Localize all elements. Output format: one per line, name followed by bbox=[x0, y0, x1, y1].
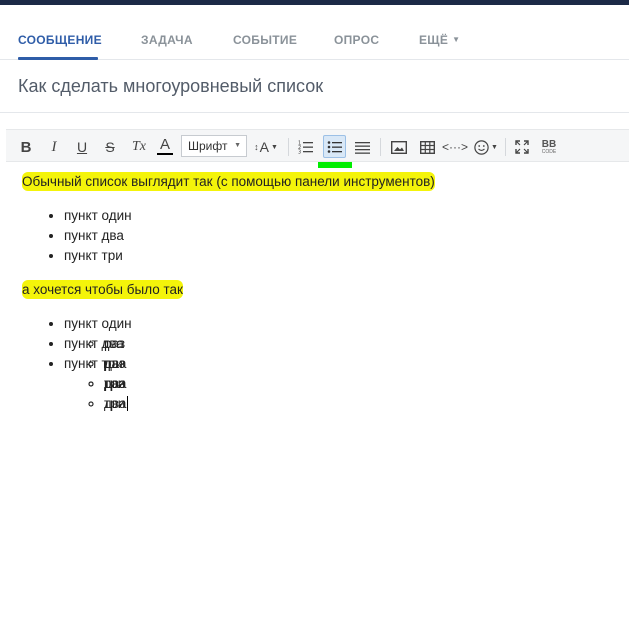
sub-list-item: раз bbox=[104, 374, 132, 394]
bulleted-list-icon bbox=[327, 140, 342, 153]
insert-code-button[interactable]: <···> bbox=[442, 136, 469, 158]
insert-emoji-button[interactable]: ▼ bbox=[473, 136, 499, 158]
paragraph-intro: Обычный список выглядит так (с помощью п… bbox=[22, 172, 435, 191]
paragraph-wish: а хочется чтобы было так bbox=[22, 280, 183, 299]
bbcode-button[interactable]: BB CODE bbox=[538, 136, 560, 158]
bulleted-list-button[interactable] bbox=[323, 135, 346, 158]
align-button[interactable] bbox=[353, 136, 371, 158]
smiley-icon bbox=[474, 139, 489, 155]
toolbar-divider bbox=[380, 138, 381, 156]
bold-button[interactable]: B bbox=[18, 136, 34, 158]
list-item: пункт три bbox=[64, 246, 132, 266]
list-item-label: пункт три bbox=[64, 356, 123, 371]
toolbar-divider bbox=[505, 138, 506, 156]
bbcode-sublabel: CODE bbox=[541, 148, 557, 155]
tab-message[interactable]: СООБЩЕНИЕ bbox=[18, 33, 102, 47]
fullscreen-icon bbox=[515, 140, 529, 154]
toolbar-divider bbox=[288, 138, 289, 156]
list-item: пункт один раз два три bbox=[64, 314, 132, 391]
sub-list: раз два bbox=[104, 374, 132, 414]
editor-toolbar: B I U S Tx A Шрифт ▼ ↕ A ▼ 123 <···> ▼ BB CO… bbox=[6, 129, 629, 162]
font-size-button[interactable]: ↕ A ▼ bbox=[254, 136, 278, 158]
list-item: пункт три раз два bbox=[64, 354, 132, 411]
underline-button[interactable]: U bbox=[74, 136, 90, 158]
font-family-select[interactable]: Шрифт ▼ bbox=[181, 135, 247, 157]
list-item-label: пункт один bbox=[64, 316, 132, 331]
tab-task[interactable]: ЗАДАЧА bbox=[141, 33, 193, 47]
flat-list: пункт один пункт два пункт три bbox=[64, 206, 132, 266]
clear-format-icon: Tx bbox=[132, 139, 146, 154]
highlighted-text: а хочется чтобы было так bbox=[22, 280, 183, 299]
sub-list-item-label: два bbox=[104, 396, 127, 411]
sub-list-item: два bbox=[104, 394, 132, 414]
chevron-down-icon: ▼ bbox=[452, 35, 461, 44]
post-type-tabs: СООБЩЕНИЕ ЗАДАЧА СОБЫТИЕ ОПРОС ЕЩЁ ▼ bbox=[0, 5, 629, 60]
list-item: пункт два раз два три bbox=[64, 334, 132, 411]
nested-list: пункт один раз два три пункт два раз два… bbox=[64, 314, 132, 411]
insert-image-button[interactable] bbox=[390, 136, 408, 158]
list-item: пункт один bbox=[64, 206, 132, 226]
chevron-down-icon: ▼ bbox=[234, 142, 241, 149]
numbered-list-icon: 123 bbox=[298, 141, 313, 155]
italic-button[interactable]: I bbox=[46, 136, 62, 158]
tab-more-label: ЕЩЁ bbox=[419, 33, 449, 47]
align-justify-icon bbox=[354, 141, 370, 154]
table-icon bbox=[419, 140, 435, 154]
font-select-value: Шрифт bbox=[188, 139, 228, 153]
clear-format-button[interactable]: Tx bbox=[128, 136, 150, 158]
active-tab-underline bbox=[18, 57, 98, 60]
code-icon: <···> bbox=[442, 140, 469, 154]
font-color-button[interactable]: A bbox=[157, 136, 173, 155]
title-row: Как сделать многоуровневый список bbox=[0, 61, 629, 113]
tab-more[interactable]: ЕЩЁ ▼ bbox=[419, 33, 460, 47]
strikethrough-button[interactable]: S bbox=[102, 136, 118, 158]
bbcode-label: BB bbox=[541, 138, 557, 150]
insert-table-button[interactable] bbox=[418, 136, 436, 158]
text-cursor bbox=[127, 396, 129, 411]
numbered-list-button[interactable]: 123 bbox=[297, 136, 315, 158]
font-size-icon: A bbox=[259, 139, 269, 155]
green-highlight-marker bbox=[318, 162, 352, 168]
svg-text:3: 3 bbox=[298, 150, 301, 155]
highlighted-text: Обычный список выглядит так (с помощью п… bbox=[22, 172, 435, 191]
fullscreen-button[interactable] bbox=[513, 136, 531, 158]
title-input[interactable]: Как сделать многоуровневый список bbox=[18, 76, 323, 97]
tab-poll[interactable]: ОПРОС bbox=[334, 33, 379, 47]
tab-event[interactable]: СОБЫТИЕ bbox=[233, 33, 297, 47]
list-item-label: пункт два bbox=[64, 336, 124, 351]
image-icon bbox=[391, 140, 407, 154]
list-item: пункт два bbox=[64, 226, 132, 246]
